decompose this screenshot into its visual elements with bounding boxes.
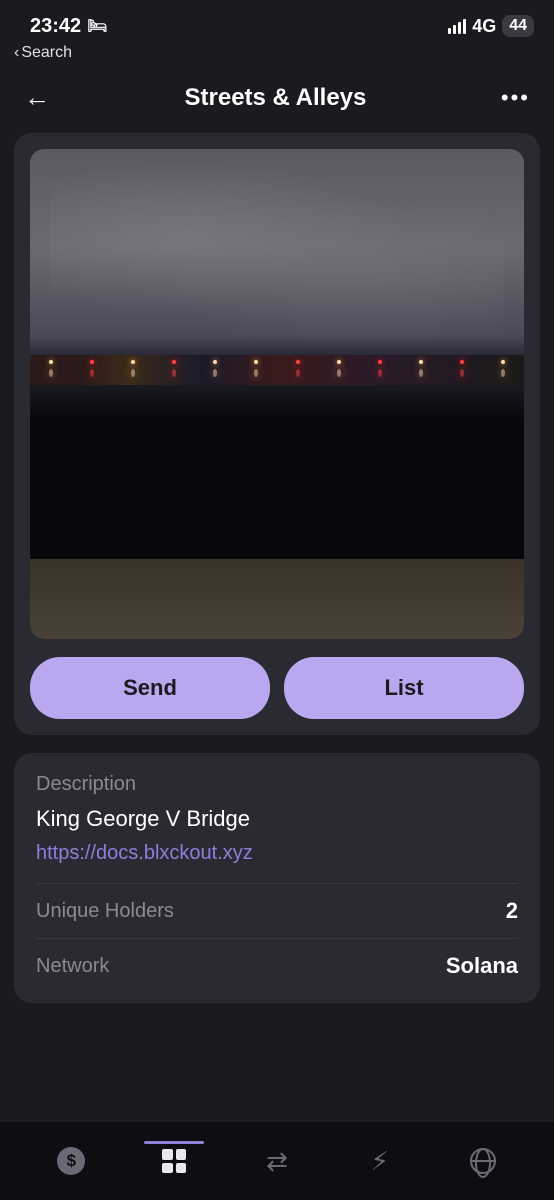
send-button[interactable]: Send [30, 657, 270, 719]
chevron-left-icon: ‹ [14, 44, 19, 62]
back-arrow-icon[interactable]: ← [24, 82, 50, 113]
status-bar: 23:42 🛏 4G 44 [0, 0, 554, 44]
status-time: 23:42 [30, 15, 81, 38]
docs-link[interactable]: https://docs.blxckout.xyz [36, 842, 518, 865]
nav-bar: ← Streets & Alleys ••• [0, 70, 554, 125]
nav-wallet[interactable]: $ [57, 1147, 85, 1175]
page-title: Streets & Alleys [185, 84, 367, 112]
active-indicator [144, 1141, 204, 1144]
nav-collectibles[interactable] [160, 1147, 188, 1175]
grid-icon [162, 1149, 186, 1173]
back-to-search[interactable]: ‹ Search [0, 44, 554, 70]
dollar-icon: $ [57, 1147, 85, 1175]
holders-row: Unique Holders 2 [36, 883, 518, 938]
nav-swap[interactable]: ⇄ [263, 1147, 291, 1175]
status-right: 4G 44 [448, 15, 534, 37]
battery-badge: 44 [502, 15, 534, 37]
nft-image[interactable] [30, 149, 524, 639]
globe-icon [470, 1148, 496, 1174]
bottom-nav: $ ⇄ ⚡︎ [0, 1122, 554, 1200]
sleep-icon: 🛏 [87, 16, 107, 36]
actions-row: Send List [30, 657, 524, 719]
more-menu-icon[interactable]: ••• [501, 85, 530, 111]
bolt-icon: ⚡︎ [366, 1147, 394, 1175]
network-row: Network Solana [36, 938, 518, 993]
details-card: Description King George V Bridge https:/… [14, 753, 540, 1003]
status-left: 23:42 🛏 [30, 15, 107, 38]
nav-activity[interactable]: ⚡︎ [366, 1147, 394, 1175]
main-card: Send List [14, 133, 540, 735]
description-value: King George V Bridge [36, 806, 518, 832]
network-value: Solana [446, 953, 518, 979]
holders-label: Unique Holders [36, 900, 174, 923]
search-back-label: Search [21, 44, 72, 62]
list-button[interactable]: List [284, 657, 524, 719]
network-type: 4G [472, 16, 496, 37]
network-label: Network [36, 955, 109, 978]
description-label: Description [36, 773, 518, 796]
holders-value: 2 [506, 898, 518, 924]
signal-icon [448, 19, 466, 34]
swap-icon: ⇄ [263, 1147, 291, 1175]
nav-browser[interactable] [469, 1147, 497, 1175]
